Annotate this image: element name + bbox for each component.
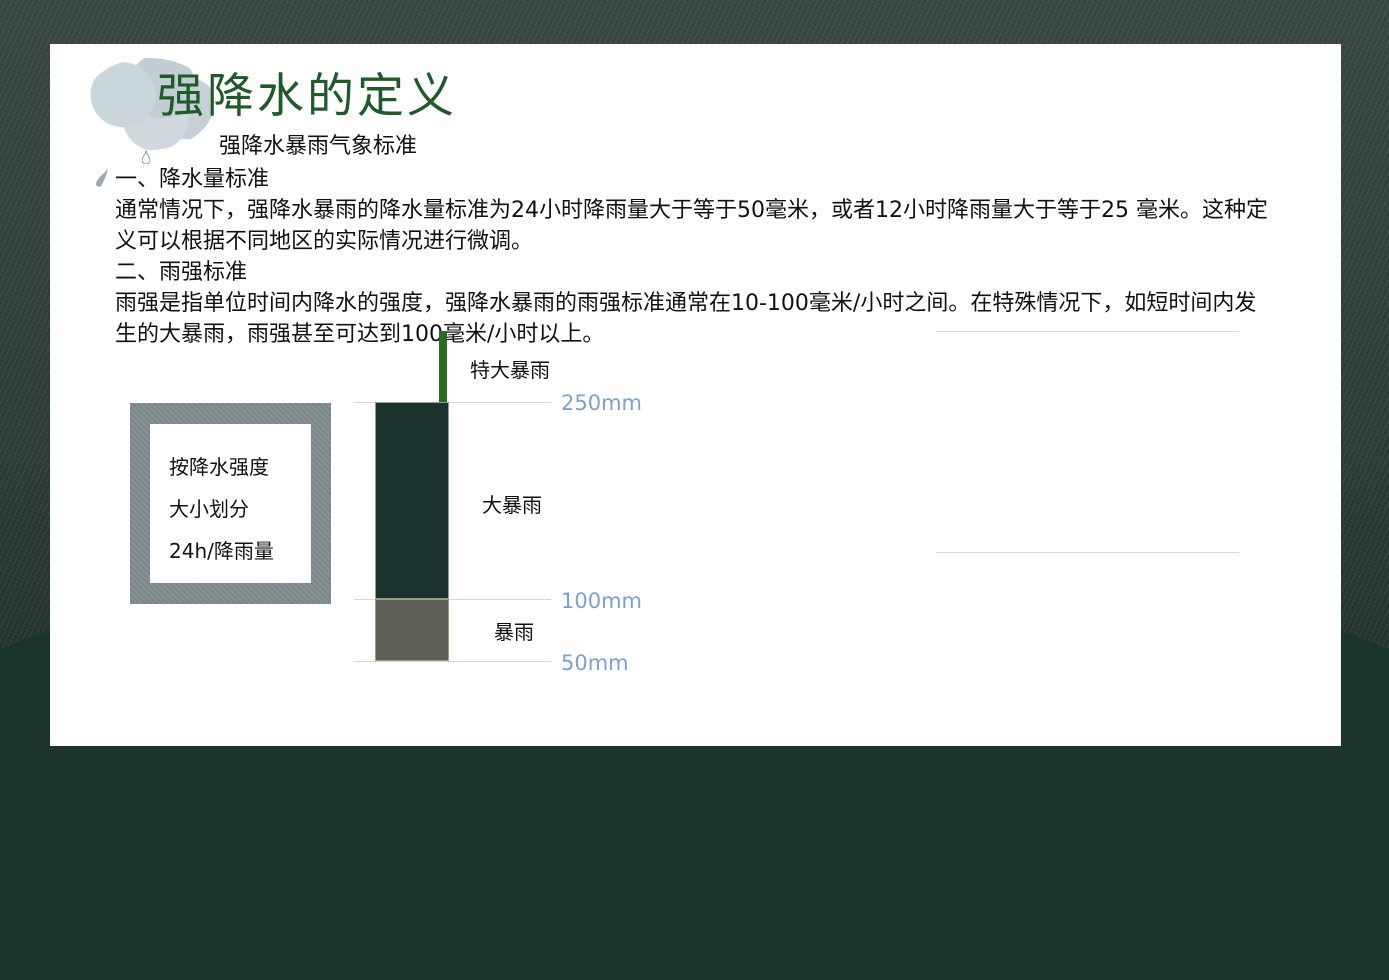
classification-box: 按降水强度 大小划分 24h/降雨量 bbox=[130, 403, 331, 604]
category-label: 大暴雨 bbox=[482, 493, 542, 517]
classification-line: 大小划分 bbox=[169, 497, 249, 521]
extreme-rainstorm-bar bbox=[439, 331, 447, 403]
category-label: 特大暴雨 bbox=[470, 358, 550, 382]
threshold-label: 50mm bbox=[561, 651, 629, 675]
raindrop-icon bbox=[96, 168, 108, 187]
section-paragraph: 通常情况下，强降水暴雨的降水量标准为24小时降雨量大于等于50毫米，或者12小时… bbox=[115, 198, 1268, 254]
raindrop-icon bbox=[142, 150, 150, 164]
page-subtitle: 强降水暴雨气象标准 bbox=[219, 134, 418, 159]
section-heading: 一、降水量标准 bbox=[115, 167, 270, 192]
rainstorm-bar bbox=[375, 599, 449, 661]
heavy-rainstorm-bar bbox=[375, 402, 449, 599]
category-label: 暴雨 bbox=[494, 620, 534, 644]
divider-line bbox=[936, 331, 1239, 332]
classification-line: 24h/降雨量 bbox=[169, 539, 274, 563]
section-heading: 二、雨强标准 bbox=[115, 260, 248, 285]
threshold-label: 100mm bbox=[561, 589, 642, 613]
section-paragraph: 雨强是指单位时间内降水的强度，强降水暴雨的雨强标准通常在10-100毫米/小时之… bbox=[115, 291, 1257, 347]
divider-line bbox=[936, 552, 1239, 553]
threshold-label: 250mm bbox=[561, 391, 642, 415]
classification-line: 按降水强度 bbox=[169, 455, 269, 479]
classification-box-inner: 按降水强度 大小划分 24h/降雨量 bbox=[150, 424, 311, 583]
page-title: 强降水的定义 bbox=[157, 69, 457, 124]
threshold-line bbox=[354, 661, 551, 662]
